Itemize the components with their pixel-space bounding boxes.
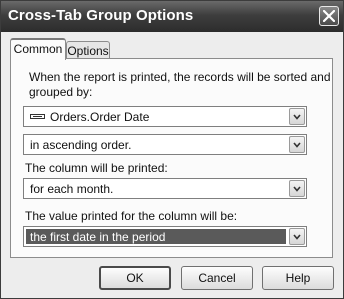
column-interval-value: for each month. xyxy=(30,182,114,196)
database-field-icon xyxy=(30,114,45,119)
sort-prompt-line2: grouped by: xyxy=(29,85,93,99)
printed-value-dropdown-button[interactable] xyxy=(289,228,305,245)
column-interval-select[interactable]: for each month. xyxy=(23,178,307,199)
chevron-down-icon xyxy=(293,142,301,148)
close-icon xyxy=(323,10,335,22)
title-bar[interactable]: Cross-Tab Group Options xyxy=(1,1,343,32)
sort-order-dropdown-button[interactable] xyxy=(289,136,305,153)
sort-order-value: in ascending order. xyxy=(30,138,132,152)
column-prompt: The column will be printed: xyxy=(25,161,168,175)
printed-value-select[interactable]: the first date in the period xyxy=(23,226,307,247)
ok-button-label: OK xyxy=(126,271,144,285)
printed-value-value: the first date in the period xyxy=(30,230,166,244)
chevron-down-icon xyxy=(293,186,301,192)
help-button-label: Help xyxy=(285,271,311,285)
help-button[interactable]: Help xyxy=(262,266,334,290)
ok-button[interactable]: OK xyxy=(99,266,171,290)
chevron-down-icon xyxy=(293,114,301,120)
chevron-down-icon xyxy=(293,234,301,240)
tab-common[interactable]: Common xyxy=(10,38,66,60)
group-field-select[interactable]: Orders.Order Date xyxy=(23,106,307,127)
value-prompt: The value printed for the column will be… xyxy=(25,209,238,223)
tab-common-label: Common xyxy=(13,42,63,56)
sort-order-select[interactable]: in ascending order. xyxy=(23,134,307,155)
dialog-window: Cross-Tab Group Options Common Options W… xyxy=(0,0,344,299)
sort-prompt-line1: When the report is printed, the records … xyxy=(29,70,331,84)
group-field-value: Orders.Order Date xyxy=(50,110,150,124)
tab-options-label: Options xyxy=(67,44,109,58)
close-button[interactable] xyxy=(319,6,339,26)
column-interval-dropdown-button[interactable] xyxy=(289,180,305,197)
group-field-dropdown-button[interactable] xyxy=(289,108,305,125)
cancel-button[interactable]: Cancel xyxy=(181,266,253,290)
cancel-button-label: Cancel xyxy=(198,271,236,285)
dialog-title: Cross-Tab Group Options xyxy=(8,7,194,24)
